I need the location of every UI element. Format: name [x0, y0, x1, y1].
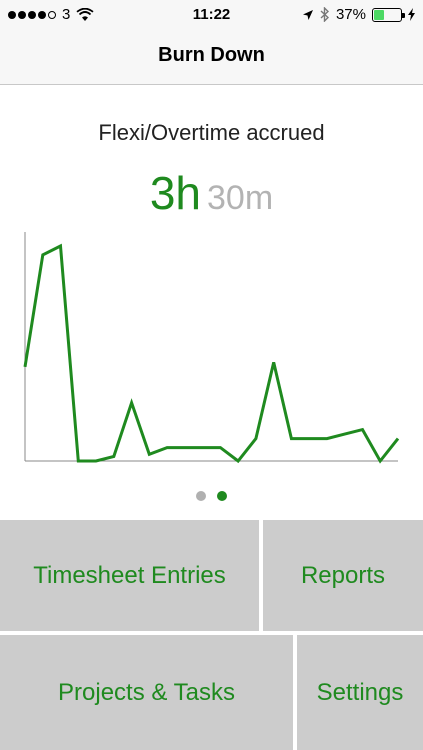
chart-points [24, 245, 399, 462]
projects-tasks-button[interactable]: Projects & Tasks [0, 635, 293, 750]
reports-button[interactable]: Reports [263, 520, 423, 631]
page-dot[interactable] [196, 491, 206, 501]
reports-label: Reports [300, 561, 386, 589]
accrued-minutes: 30m [207, 179, 274, 217]
timesheet-entries-button[interactable]: Timesheet Entries [0, 520, 259, 631]
settings-button[interactable]: Settings [297, 635, 423, 750]
page-title: Burn Down [158, 44, 265, 66]
flexi-overtime-label: Flexi/Overtime accrued [98, 120, 325, 145]
settings-label: Settings [316, 678, 404, 706]
timesheet-entries-label: Timesheet Entries [33, 561, 226, 589]
chart-series-line [23, 243, 400, 464]
page-indicator[interactable] [0, 491, 423, 501]
battery-icon [372, 7, 405, 22]
projects-tasks-label: Projects & Tasks [58, 678, 235, 706]
page-dot[interactable] [217, 491, 227, 501]
navigation-bar: Burn Down [0, 30, 423, 85]
battery-fill [374, 9, 384, 20]
status-bar: 3 11:22 37% [0, 0, 423, 30]
burn-down-chart[interactable] [0, 222, 423, 472]
bluetooth-icon [320, 7, 329, 22]
accrued-hours: 3h [149, 167, 202, 219]
status-right: 37% [302, 6, 415, 23]
accrued-time-value: 3h 30m [0, 166, 423, 220]
charging-bolt-icon [408, 8, 415, 21]
battery-percent: 37% [335, 6, 366, 23]
location-arrow-icon [302, 9, 313, 20]
app-screen: 3 11:22 37% Burn Down Flexi/Overtime acc… [0, 0, 423, 750]
